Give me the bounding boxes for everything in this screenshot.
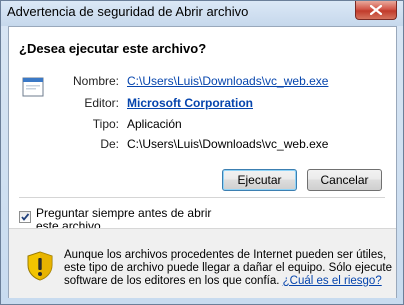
dialog-content: ¿Desea ejecutar este archivo? Nombre: C:… xyxy=(8,26,397,298)
cancel-button[interactable]: Cancelar xyxy=(307,169,382,191)
always-ask-checkbox[interactable] xyxy=(19,211,31,223)
name-label: Nombre: xyxy=(72,74,119,88)
security-warning-dialog: Advertencia de seguridad de Abrir archiv… xyxy=(0,0,404,305)
dialog-question: ¿Desea ejecutar este archivo? xyxy=(19,41,207,56)
close-button[interactable] xyxy=(355,1,397,20)
publisher-link[interactable]: Microsoft Corporation xyxy=(127,96,253,110)
run-button[interactable]: Ejecutar xyxy=(222,169,297,191)
title-bar[interactable]: Advertencia de seguridad de Abrir archiv… xyxy=(1,1,403,26)
type-value: Aplicación xyxy=(127,117,182,131)
risk-link[interactable]: ¿Cuál es el riesgo? xyxy=(283,275,382,287)
from-label: De: xyxy=(100,137,119,151)
warning-message: Aunque los archivos procedentes de Inter… xyxy=(64,249,394,288)
publisher-label: Editor: xyxy=(84,96,119,110)
window-title: Advertencia de seguridad de Abrir archiv… xyxy=(7,4,249,19)
from-value: C:\Users\Luis\Downloads\vc_web.exe xyxy=(127,137,329,151)
file-name-link[interactable]: C:\Users\Luis\Downloads\vc_web.exe xyxy=(127,74,328,88)
separator xyxy=(19,197,385,198)
type-label: Tipo: xyxy=(92,117,119,131)
security-shield-icon xyxy=(26,251,54,284)
